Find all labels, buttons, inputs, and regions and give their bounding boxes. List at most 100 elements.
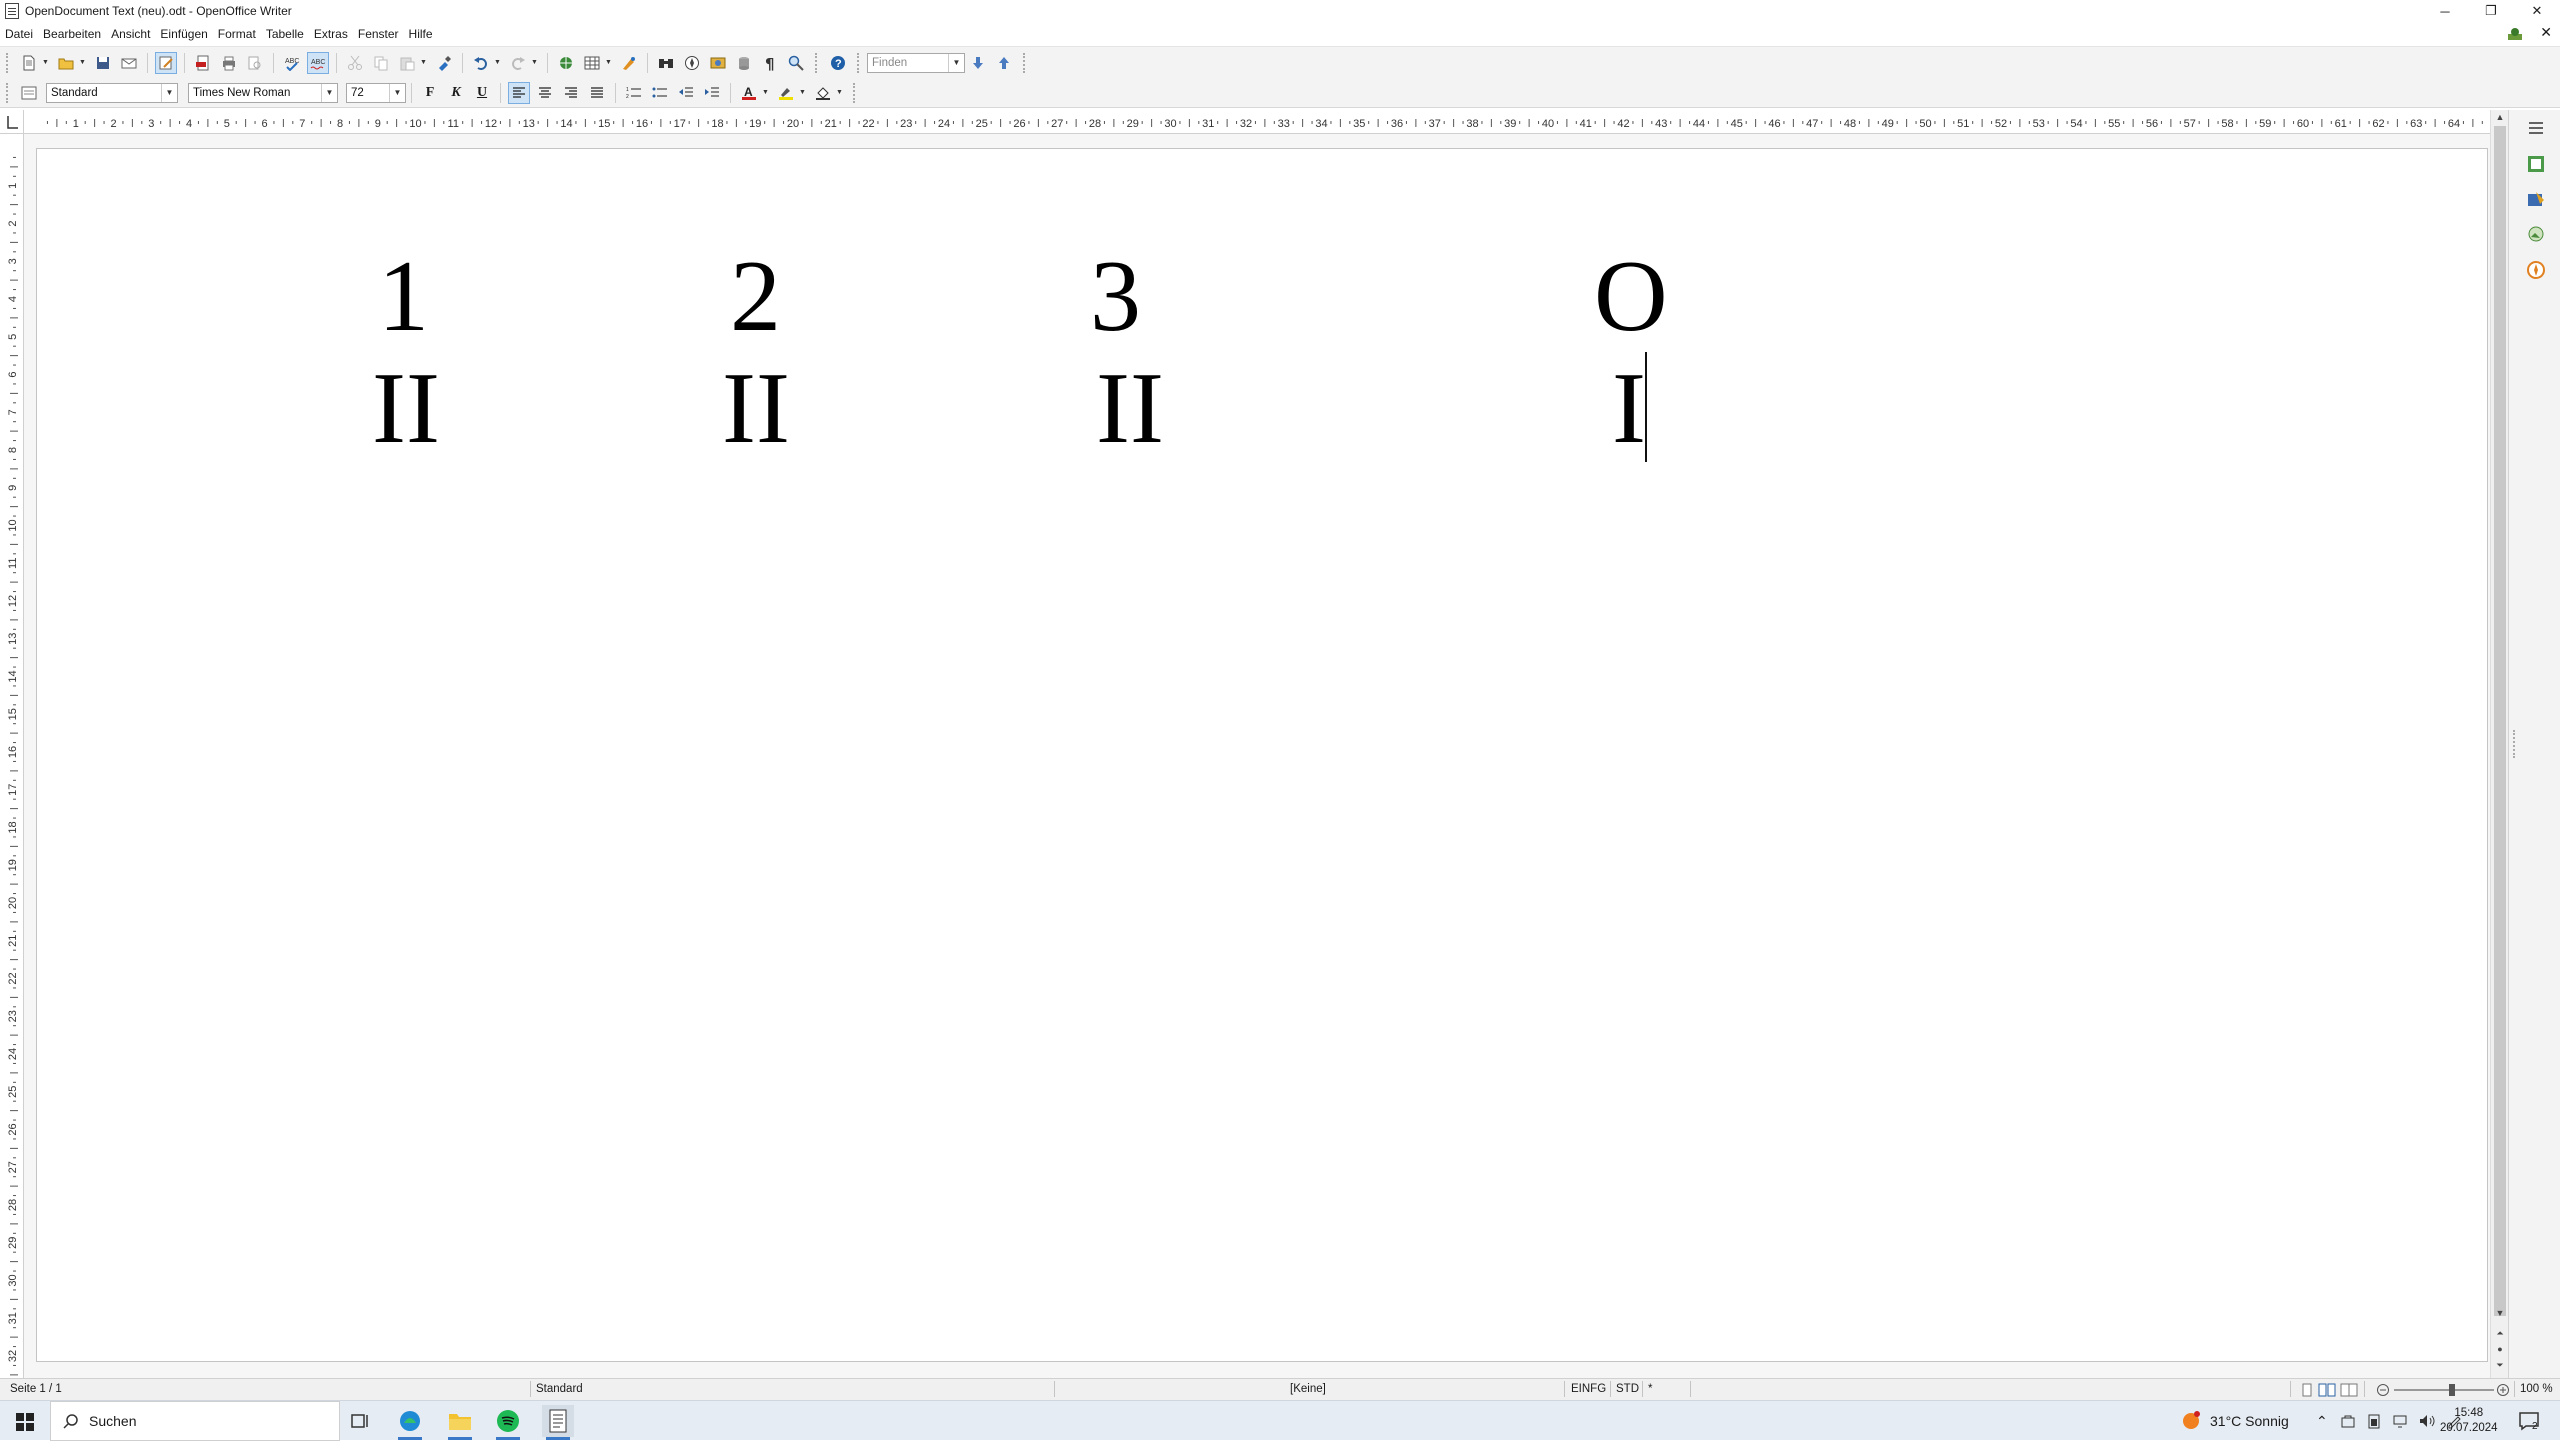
decrease-indent-icon[interactable]	[675, 82, 697, 104]
language-indicator[interactable]: [Keine]	[1290, 1383, 1326, 1395]
redo-icon[interactable]	[507, 52, 529, 74]
menu-bearbeiten[interactable]: Bearbeiten	[38, 27, 106, 41]
scrollbar-thumb[interactable]	[2494, 126, 2506, 1316]
find-dropdown-icon[interactable]: ▼	[948, 53, 964, 72]
find-toolbar-overflow-icon[interactable]	[1023, 52, 1027, 73]
book-view-icon[interactable]	[2340, 1383, 2358, 1397]
minimize-button[interactable]: ─	[2422, 0, 2468, 22]
menu-tabelle[interactable]: Tabelle	[261, 27, 309, 41]
paragraph-style-dropdown-icon[interactable]: ▼	[161, 83, 177, 102]
document-text-row1-col3[interactable]: 3	[1090, 246, 1141, 348]
highlighting-dropdown-icon[interactable]: ▼	[799, 89, 807, 96]
font-size-dropdown-icon[interactable]: ▼	[389, 83, 405, 102]
open-dropdown-icon[interactable]: ▼	[79, 59, 87, 66]
bold-button[interactable]: F	[419, 82, 441, 104]
find-previous-icon[interactable]	[993, 52, 1015, 74]
document-text-row2-col4[interactable]: I	[1612, 358, 1646, 460]
align-right-icon[interactable]	[560, 82, 582, 104]
scroll-down-icon[interactable]: ▼	[2491, 1308, 2509, 1322]
toolbar-overflow-icon[interactable]	[815, 52, 819, 73]
vertical-scrollbar[interactable]: ▲ ▼ ⏶ ● ⏷	[2490, 110, 2508, 1378]
show-hidden-icons-icon[interactable]: ⌃	[2316, 1413, 2328, 1430]
document-text-row1-col4[interactable]: O	[1594, 246, 1668, 348]
font-color-icon[interactable]: A	[738, 82, 760, 104]
show-draw-functions-icon[interactable]	[618, 52, 640, 74]
formatting-marks-icon[interactable]: ¶	[759, 52, 781, 74]
edge-browser-icon[interactable]	[394, 1405, 426, 1440]
increase-indent-icon[interactable]	[701, 82, 723, 104]
multi-page-view-icon[interactable]	[2318, 1383, 2336, 1397]
align-center-icon[interactable]	[534, 82, 556, 104]
data-sources-icon[interactable]	[733, 52, 755, 74]
align-left-icon[interactable]	[508, 81, 530, 104]
restore-button[interactable]: ❐	[2468, 0, 2514, 22]
hyperlink-icon[interactable]	[555, 52, 577, 74]
clone-formatting-icon[interactable]	[433, 52, 455, 74]
new-dropdown-icon[interactable]: ▼	[42, 59, 50, 66]
page-indicator[interactable]: Seite 1 / 1	[10, 1383, 62, 1395]
styles-formatting-icon[interactable]	[18, 82, 40, 104]
navigation-icon[interactable]: ●	[2491, 1344, 2509, 1358]
highlighting-icon[interactable]	[775, 82, 797, 104]
menu-extras[interactable]: Extras	[309, 27, 353, 41]
copy-icon[interactable]	[370, 52, 392, 74]
notification-center[interactable]: 2	[2518, 1401, 2539, 1441]
menu-ansicht[interactable]: Ansicht	[106, 27, 155, 41]
horizontal-ruler[interactable]: 1 2 3 4 5 6 7 8 9 10 11 12 13 14 15 16 17 18 19 20 21 22 23 24 2…	[0, 110, 2490, 134]
toolbar-grip[interactable]	[6, 82, 10, 103]
toolbar-separator-grip[interactable]	[857, 52, 861, 73]
sidebar-resize-handle[interactable]	[2513, 730, 2517, 758]
zoom-slider-thumb[interactable]	[2449, 1384, 2455, 1396]
print-icon[interactable]	[218, 52, 240, 74]
page-preview-icon[interactable]	[244, 52, 266, 74]
vpn-icon[interactable]	[2340, 1413, 2356, 1429]
italic-button[interactable]: K	[445, 82, 467, 104]
insert-mode-indicator[interactable]: EINFG	[1571, 1383, 1606, 1395]
auto-spellcheck-icon[interactable]: ABC	[307, 51, 329, 74]
taskbar-search-box[interactable]: Suchen	[50, 1401, 340, 1441]
document-text-row2-col2[interactable]: II	[722, 358, 790, 460]
menu-datei[interactable]: Datei	[0, 27, 38, 41]
cut-icon[interactable]	[344, 52, 366, 74]
font-size-select[interactable]: 72 ▼	[346, 82, 406, 103]
next-page-icon[interactable]: ⏷	[2491, 1360, 2509, 1374]
styles-icon[interactable]	[2526, 190, 2546, 210]
toolbar-grip[interactable]	[6, 52, 10, 73]
underline-button[interactable]: U	[471, 82, 493, 104]
table-dropdown-icon[interactable]: ▼	[605, 59, 613, 66]
document-text-row1-col2[interactable]: 2	[730, 246, 781, 348]
find-replace-icon[interactable]	[655, 52, 677, 74]
export-pdf-icon[interactable]	[192, 52, 214, 74]
font-name-dropdown-icon[interactable]: ▼	[321, 83, 337, 102]
spellcheck-icon[interactable]: ABC	[281, 52, 303, 74]
save-icon[interactable]	[92, 52, 114, 74]
justify-icon[interactable]	[586, 82, 608, 104]
selection-mode-indicator[interactable]: STD	[1616, 1383, 1639, 1395]
new-document-icon[interactable]	[18, 52, 40, 74]
close-button[interactable]: ✕	[2514, 0, 2560, 22]
edit-mode-icon[interactable]	[155, 51, 177, 74]
scroll-up-icon[interactable]: ▲	[2491, 112, 2509, 126]
windows-start-icon[interactable]	[16, 1413, 34, 1431]
gallery-sidebar-icon[interactable]	[2526, 224, 2546, 244]
background-color-icon[interactable]	[812, 82, 834, 104]
menu-fenster[interactable]: Fenster	[353, 27, 404, 41]
background-color-dropdown-icon[interactable]: ▼	[836, 89, 844, 96]
open-folder-icon[interactable]	[55, 52, 77, 74]
document-modified-indicator[interactable]: *	[1648, 1383, 1652, 1395]
paste-icon[interactable]	[396, 52, 418, 74]
zoom-percentage[interactable]: 100 %	[2520, 1383, 2553, 1395]
file-explorer-icon[interactable]	[444, 1405, 476, 1440]
navigator-sidebar-icon[interactable]	[2526, 260, 2546, 280]
zoom-slider[interactable]	[2394, 1389, 2494, 1391]
vertical-ruler[interactable]: 1234567891011121314151617181920212223242…	[0, 134, 24, 1378]
page-style-indicator[interactable]: Standard	[536, 1383, 583, 1395]
previous-page-icon[interactable]: ⏶	[2491, 1328, 2509, 1342]
document-text-row2-col3[interactable]: II	[1096, 358, 1164, 460]
navigator-icon[interactable]	[681, 52, 703, 74]
font-name-select[interactable]: Times New Roman ▼	[188, 82, 338, 103]
volume-icon[interactable]	[2418, 1413, 2436, 1429]
zoom-icon[interactable]	[785, 52, 807, 74]
help-icon[interactable]: ?	[827, 52, 849, 74]
single-page-view-icon[interactable]	[2300, 1383, 2314, 1397]
